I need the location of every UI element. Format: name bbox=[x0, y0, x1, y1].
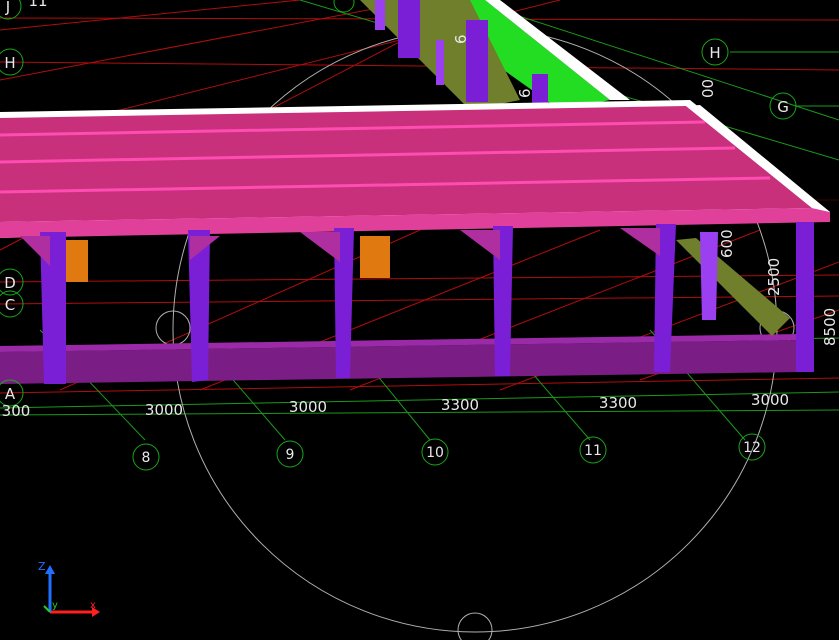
bay-dimension: 3300 bbox=[599, 394, 637, 412]
grid-row-label: D bbox=[4, 274, 16, 292]
grid-row-label: H bbox=[4, 54, 15, 72]
roof-slab bbox=[0, 100, 830, 238]
grid-bubble-label: 11 bbox=[584, 443, 602, 459]
bay-dimension: 3000 bbox=[751, 391, 789, 409]
bay-dimension: 3000 bbox=[145, 401, 183, 419]
model-canvas[interactable]: 8 9 10 11 12 J H D C A H G 11 300 3000 3… bbox=[0, 0, 839, 640]
grid-bubble-label: 12 bbox=[743, 440, 761, 456]
grid-row-label: G bbox=[777, 98, 789, 116]
grid-bubble-label: 8 bbox=[142, 450, 151, 466]
bay-dimension: 300 bbox=[2, 402, 31, 420]
grid-bubble-label: 9 bbox=[286, 447, 295, 463]
grid-row-label: H bbox=[709, 44, 720, 62]
grid-row-label: A bbox=[5, 385, 16, 403]
vertical-dimension: 6 bbox=[516, 88, 534, 98]
3d-viewport[interactable]: 8 9 10 11 12 J H D C A H G 11 300 3000 3… bbox=[0, 0, 839, 640]
vertical-dimension: 6 bbox=[452, 34, 470, 44]
orbit-handle-bottom[interactable] bbox=[457, 612, 493, 640]
vertical-dimension: 00 bbox=[699, 79, 717, 98]
vertical-dimension: 600 bbox=[718, 229, 736, 258]
vertical-dimension: 2500 bbox=[765, 258, 783, 296]
vertical-dimension: 8500 bbox=[821, 308, 839, 346]
grid-row-label: C bbox=[5, 296, 15, 314]
column-grid-bubbles bbox=[132, 433, 766, 471]
bay-dimension: 3300 bbox=[441, 396, 479, 414]
axis-x-label: x bbox=[90, 600, 96, 611]
axis-triad: Z x y bbox=[38, 560, 100, 617]
grid-row-label: J bbox=[5, 0, 10, 16]
grid-bubble-label: 10 bbox=[426, 445, 444, 461]
axis-y-label: y bbox=[52, 600, 58, 611]
axis-z-label: Z bbox=[38, 560, 46, 573]
far-frame bbox=[360, 0, 630, 110]
bay-dimension: 3000 bbox=[289, 398, 327, 416]
grid-corner-label: 11 bbox=[28, 0, 47, 10]
